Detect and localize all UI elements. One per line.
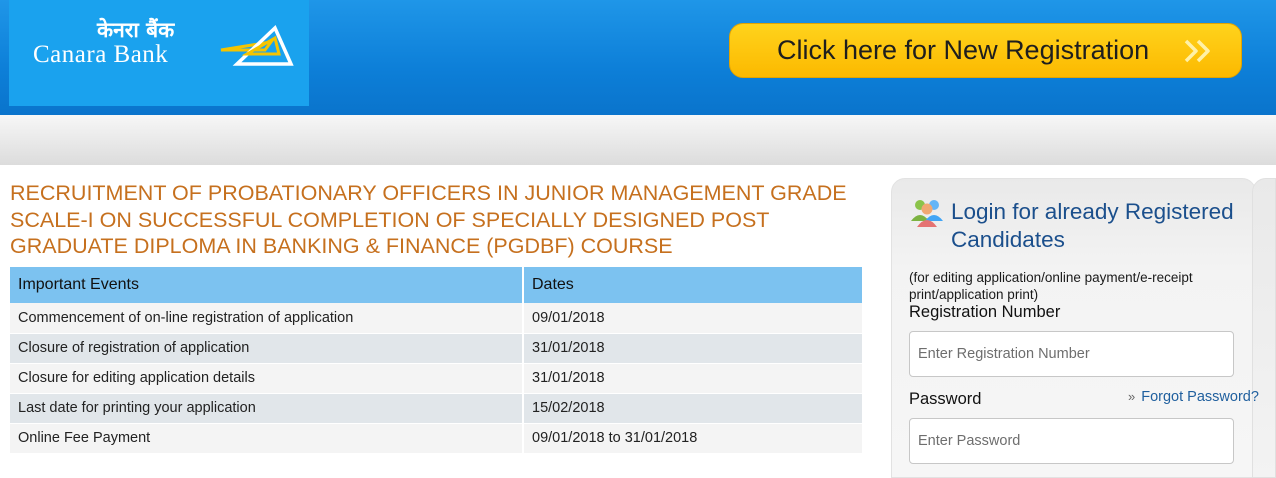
password-input[interactable]: [909, 418, 1234, 464]
users-icon: [911, 200, 943, 227]
page-title: RECRUITMENT OF PROBATIONARY OFFICERS IN …: [10, 181, 847, 258]
new-registration-label: Click here for New Registration: [777, 35, 1150, 65]
event-date: 09/01/2018: [523, 303, 864, 334]
event-date: 09/01/2018 to 31/01/2018: [523, 423, 864, 454]
table-row: Closure of registration of application 3…: [10, 333, 864, 364]
forgot-password-label: Forgot Password?: [1141, 389, 1259, 405]
event-name: Online Fee Payment: [10, 423, 524, 454]
password-label: Password: [909, 390, 982, 408]
double-chevron-right-icon: [1184, 39, 1210, 63]
table-header-row: Important Events Dates: [10, 267, 864, 303]
table-row: Online Fee Payment 09/01/2018 to 31/01/2…: [10, 423, 864, 454]
registration-number-input[interactable]: [909, 331, 1234, 377]
table-row: Closure for editing application details …: [10, 363, 864, 394]
registration-number-label: Registration Number: [909, 303, 1061, 321]
table-row: Last date for printing your application …: [10, 393, 864, 424]
login-title: Login for already Registered Candidates: [951, 199, 1234, 252]
forgot-password-link[interactable]: » Forgot Password?: [1128, 389, 1259, 405]
important-events-table: Important Events Dates Commencement of o…: [10, 267, 864, 454]
event-name: Last date for printing your application: [10, 393, 524, 424]
event-date: 31/01/2018: [523, 363, 864, 394]
event-name: Commencement of on-line registration of …: [10, 303, 524, 334]
double-chevron-right-icon: »: [1128, 389, 1136, 404]
column-header-dates: Dates: [523, 267, 864, 303]
table-row: Commencement of on-line registration of …: [10, 303, 864, 334]
event-date: 31/01/2018: [523, 333, 864, 364]
column-header-events: Important Events: [10, 267, 524, 303]
event-name: Closure for editing application details: [10, 363, 524, 394]
event-date: 15/02/2018: [523, 393, 864, 424]
site-header: केनरा बैंक Canara Bank Click here for Ne…: [0, 0, 1276, 115]
bank-logo-mark-icon: [220, 25, 294, 66]
new-registration-button[interactable]: Click here for New Registration: [729, 23, 1242, 78]
logo-english-text: Canara Bank: [33, 41, 169, 68]
canara-bank-logo[interactable]: केनरा बैंक Canara Bank: [9, 0, 309, 106]
nav-band: [0, 115, 1276, 165]
login-note: (for editing application/online payment/…: [909, 270, 1193, 302]
logo-hindi-text: केनरा बैंक: [97, 18, 175, 42]
event-name: Closure of registration of application: [10, 333, 524, 364]
